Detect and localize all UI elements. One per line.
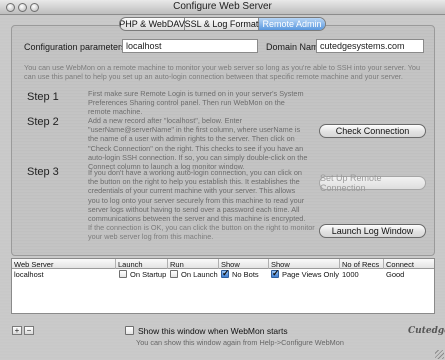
step-2-label: Step 2 [27,116,59,128]
title-bar: Configure Web Server [0,0,445,15]
no-bots-label: No Bots [232,270,259,279]
column-divider[interactable] [383,259,384,269]
column-divider[interactable] [218,259,219,269]
show-window-checkbox[interactable] [125,326,134,335]
col-header-run[interactable]: Run [170,260,184,269]
check-connection-button[interactable]: Check Connection [319,124,426,138]
resize-grip-icon[interactable] [435,350,444,359]
cutedge-logo: Cutedge [408,326,445,336]
col-header-no-of-recs[interactable]: No of Recs [342,260,379,269]
step-3-label: Step 3 [27,166,59,178]
column-divider[interactable] [115,259,116,269]
table-row[interactable]: localhost On Startup On Launch No Bots P… [12,268,434,279]
domain-name-label: Domain Name [266,42,324,52]
tab-remote-admin[interactable]: Remote Admin [259,18,325,30]
column-divider[interactable] [339,259,340,269]
no-bots-checkbox[interactable] [221,268,230,279]
cell-web-server[interactable]: localhost [14,270,44,279]
tab-bar: PHP & WebDAV SSL & Log Format Remote Adm… [119,17,326,31]
on-launch-label: On Launch [181,270,218,279]
col-header-launch[interactable]: Launch [118,260,143,269]
set-up-remote-connection-button[interactable]: Set Up Remote Connection [319,173,426,193]
on-startup-checkbox[interactable] [119,270,127,278]
cell-connect[interactable]: Good [386,270,404,279]
step-1-text: First make sure Remote Login is turned o… [88,89,304,117]
column-divider[interactable] [167,259,168,269]
domain-name-field[interactable]: cutedgesystems.com [316,39,424,53]
on-startup-label: On Startup [130,270,167,279]
show-window-label: Show this window when WebMon starts [138,326,288,336]
servers-table: Web Server Launch Run Show Show No of Re… [11,258,435,314]
launch-log-window-button[interactable]: Launch Log Window [319,224,426,238]
show-window-note: You can show this window again from Help… [136,338,344,347]
step-3-text: If you don't have a working auto-login c… [88,168,306,224]
step-1-label: Step 1 [27,91,59,103]
tab-ssl-log-format[interactable]: SSL & Log Format [185,18,259,30]
host-field[interactable]: localhost [122,39,258,53]
remove-record-button[interactable]: − [24,326,34,335]
on-launch-checkbox[interactable] [170,270,178,278]
add-record-button[interactable]: + [12,326,22,335]
cell-no-of-recs[interactable]: 1000 [342,270,359,279]
col-header-connect[interactable]: Connect [386,260,414,269]
intro-text: You can use WebMon on a remote machine t… [24,63,421,81]
footer-note: If the connection is OK, you can click t… [88,223,315,241]
window-body: PHP & WebDAV SSL & Log Format Remote Adm… [0,15,445,360]
page-views-only-label: Page Views Only [282,270,339,279]
step-2-text: Add a new record after "localhost", belo… [88,116,308,172]
window-title: Configure Web Server [173,1,272,12]
col-header-web-server[interactable]: Web Server [14,260,53,269]
tab-php-webdav[interactable]: PHP & WebDAV [120,18,185,30]
page-views-only-checkbox[interactable] [271,268,280,279]
column-divider[interactable] [268,259,269,269]
